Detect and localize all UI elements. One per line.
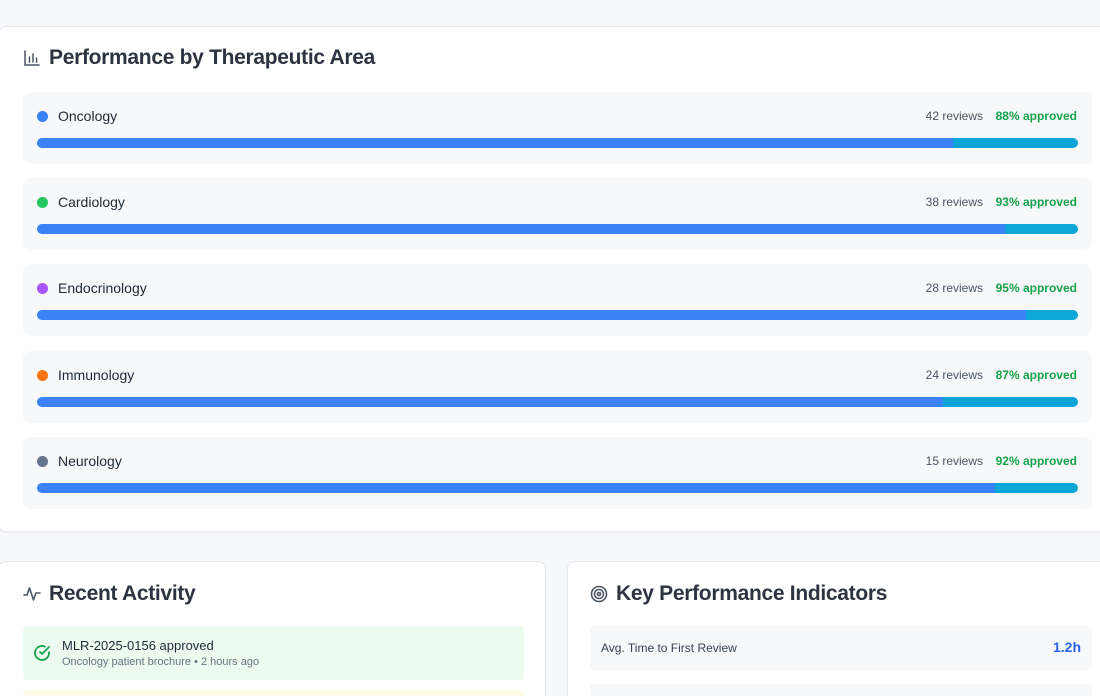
- activity-item[interactable]: [23, 690, 524, 696]
- activity-subtitle: Oncology patient brochure • 2 hours ago: [62, 656, 260, 668]
- area-name: Endocrinology: [58, 280, 147, 296]
- area-approved: 95% approved: [995, 281, 1077, 295]
- area-reviews: 24 reviews: [925, 368, 983, 382]
- kpi-row: [590, 684, 1092, 696]
- approval-progress-fill: [37, 310, 1026, 320]
- area-name: Cardiology: [58, 194, 125, 210]
- approval-progress-bar: [37, 483, 1078, 493]
- kpi-card: Key Performance Indicators Avg. Time to …: [567, 561, 1100, 696]
- area-name: Neurology: [58, 453, 122, 469]
- check-circle-icon: [33, 644, 51, 662]
- approval-progress-fill: [37, 397, 943, 407]
- area-color-dot: [37, 111, 48, 122]
- recent-activity-card: Recent Activity MLR-2025-0156 approved O…: [0, 561, 546, 696]
- area-row-endocrinology[interactable]: Endocrinology 28 reviews 95% approved: [23, 264, 1092, 336]
- area-color-dot: [37, 283, 48, 294]
- bar-chart-icon: [23, 49, 41, 67]
- kpi-row: Avg. Time to First Review 1.2h: [590, 626, 1092, 670]
- area-reviews: 15 reviews: [925, 454, 983, 468]
- approval-progress-bar: [37, 310, 1078, 320]
- kpi-value: 1.2h: [1052, 639, 1081, 655]
- area-row-cardiology[interactable]: Cardiology 38 reviews 93% approved: [23, 178, 1092, 250]
- area-row-neurology[interactable]: Neurology 15 reviews 92% approved: [23, 437, 1092, 509]
- area-reviews: 38 reviews: [925, 195, 983, 209]
- performance-card: Performance by Therapeutic Area Oncology…: [0, 26, 1100, 532]
- approval-progress-bar: [37, 397, 1078, 407]
- activity-title: MLR-2025-0156 approved: [62, 638, 214, 653]
- area-row-immunology[interactable]: Immunology 24 reviews 87% approved: [23, 351, 1092, 423]
- area-reviews: 28 reviews: [925, 281, 983, 295]
- kpi-title: Key Performance Indicators: [590, 582, 887, 606]
- area-color-dot: [37, 456, 48, 467]
- approval-progress-bar: [37, 224, 1078, 234]
- area-reviews: 42 reviews: [925, 109, 983, 123]
- area-approved: 88% approved: [995, 109, 1077, 123]
- area-name: Oncology: [58, 108, 118, 124]
- kpi-label: Avg. Time to First Review: [601, 641, 737, 655]
- approval-progress-bar: [37, 138, 1078, 148]
- performance-title: Performance by Therapeutic Area: [23, 46, 375, 70]
- area-name: Immunology: [58, 367, 135, 383]
- area-row-oncology[interactable]: Oncology 42 reviews 88% approved: [23, 92, 1092, 164]
- area-approved: 87% approved: [995, 368, 1077, 382]
- approval-progress-fill: [37, 138, 954, 148]
- approval-progress-fill: [37, 224, 1006, 234]
- area-color-dot: [37, 197, 48, 208]
- recent-activity-title: Recent Activity: [23, 582, 196, 606]
- area-approved: 92% approved: [995, 454, 1077, 468]
- activity-pulse-icon: [23, 585, 41, 603]
- area-color-dot: [37, 370, 48, 381]
- area-approved: 93% approved: [995, 195, 1077, 209]
- activity-item[interactable]: MLR-2025-0156 approved Oncology patient …: [23, 626, 524, 680]
- approval-progress-fill: [37, 483, 995, 493]
- target-icon: [590, 585, 608, 603]
